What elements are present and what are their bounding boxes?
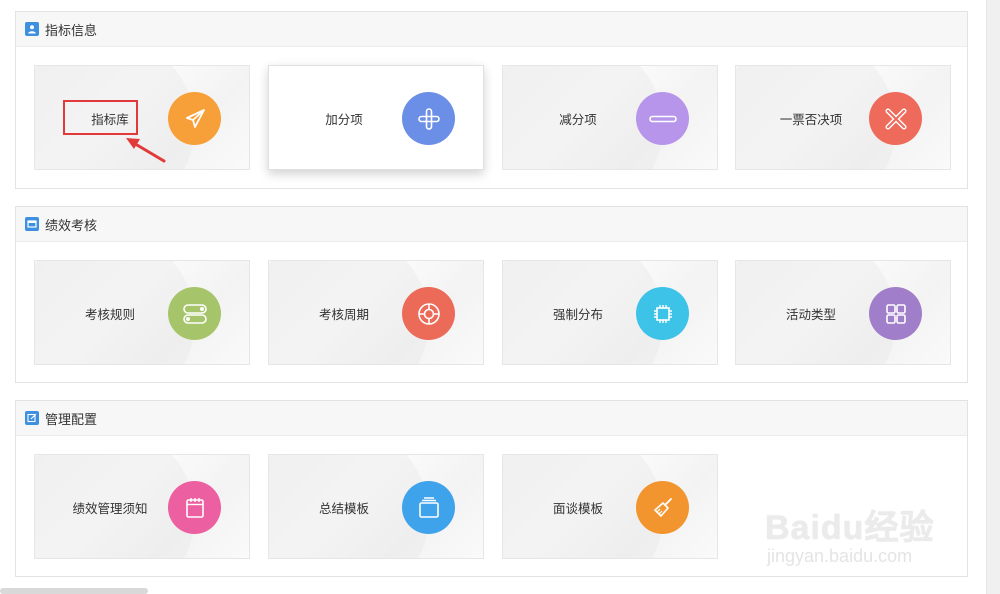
folder-icon — [402, 481, 455, 534]
grid-icon — [869, 287, 922, 340]
broom-icon — [636, 481, 689, 534]
paper-plane-icon — [168, 92, 221, 145]
minus-icon — [636, 92, 689, 145]
watermark-url: jingyan.baidu.com — [767, 546, 913, 566]
section-title: 管理配置 — [45, 411, 98, 427]
calendar-icon — [168, 481, 221, 534]
card-summary-template[interactable]: 总结模板 — [268, 454, 484, 559]
card-label: 总结模板 — [318, 502, 369, 516]
card-label: 考核规则 — [84, 308, 135, 322]
chip-icon — [636, 287, 689, 340]
card-review-rules[interactable]: 考核规则 — [34, 260, 250, 365]
card-bonus-items[interactable]: 加分项 — [268, 65, 484, 170]
section-performance-review: 绩效考核 考核规则 考核周期 强制分布 活动类型 — [15, 206, 968, 383]
horizontal-scrollbar[interactable] — [0, 588, 148, 594]
lifebuoy-icon — [402, 287, 455, 340]
section-header: 管理配置 — [16, 401, 967, 436]
plus-icon — [402, 92, 455, 145]
card-label: 考核周期 — [318, 308, 369, 322]
card-label: 一票否决项 — [779, 113, 843, 127]
card-veto-items[interactable]: 一票否决项 — [735, 65, 951, 170]
card-interview-template[interactable]: 面谈模板 — [502, 454, 718, 559]
card-label: 活动类型 — [785, 308, 836, 322]
card-label: 面谈模板 — [552, 502, 603, 516]
highlight-box — [63, 100, 138, 135]
card-review-cycle[interactable]: 考核周期 — [268, 260, 484, 365]
card-deduction-items[interactable]: 减分项 — [502, 65, 718, 170]
window-icon — [25, 217, 39, 231]
card-label: 强制分布 — [552, 308, 603, 322]
card-activity-type[interactable]: 活动类型 — [735, 260, 951, 365]
section-title: 绩效考核 — [45, 217, 98, 233]
toggle-icon — [168, 287, 221, 340]
card-performance-notice[interactable]: 绩效管理须知 — [34, 454, 250, 559]
baidu-watermark: Baidu经验 jingyan.baidu.com — [757, 482, 957, 572]
watermark-brand: Baidu经验 — [765, 509, 935, 547]
card-label: 绩效管理须知 — [72, 502, 148, 516]
section-title: 指标信息 — [45, 22, 98, 38]
vertical-scrollbar[interactable] — [986, 0, 1000, 594]
edit-icon — [25, 411, 39, 425]
section-header: 指标信息 — [16, 12, 967, 47]
card-label: 加分项 — [325, 113, 363, 127]
user-card-icon — [25, 22, 39, 36]
section-header: 绩效考核 — [16, 207, 967, 242]
card-label: 减分项 — [559, 113, 597, 127]
red-arrow-annotation — [126, 138, 166, 163]
close-x-icon — [869, 92, 922, 145]
card-forced-distribution[interactable]: 强制分布 — [502, 260, 718, 365]
